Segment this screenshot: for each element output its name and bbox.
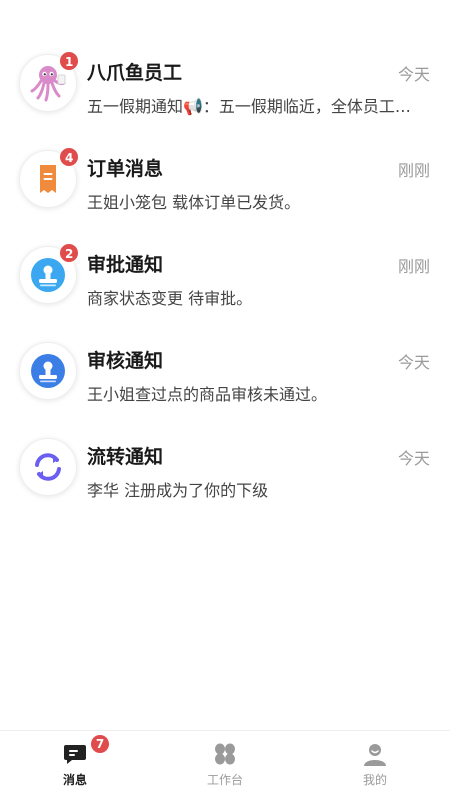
message-preview: 五一假期通知📢：五一假期临近，全体员工… bbox=[87, 97, 411, 116]
tab-messages[interactable]: 消息 7 bbox=[0, 731, 150, 800]
message-title: 订单消息 bbox=[87, 158, 164, 180]
message-list: 1 八爪鱼员工 今天 五一假期通知📢：五一假期临近，全体员工… 4 订单消息 刚… bbox=[0, 51, 450, 532]
review-stamp-icon bbox=[31, 354, 65, 388]
message-preview: 王小姐查过点的商品审核未通过。 bbox=[87, 385, 328, 404]
user-profile-icon bbox=[362, 741, 388, 767]
chat-bubble-icon bbox=[62, 741, 88, 767]
message-time: 刚刚 bbox=[397, 161, 430, 180]
four-leaf-grid-icon bbox=[212, 741, 238, 767]
message-title: 审批通知 bbox=[87, 254, 164, 276]
message-time: 今天 bbox=[397, 449, 430, 468]
tab-workbench[interactable]: 工作台 bbox=[150, 731, 300, 800]
message-time: 刚刚 bbox=[397, 257, 430, 276]
unread-badge: 1 bbox=[59, 51, 80, 71]
transfer-cycle-icon bbox=[35, 453, 61, 481]
message-time: 今天 bbox=[397, 353, 430, 372]
tab-label: 我的 bbox=[362, 773, 387, 787]
message-time: 今天 bbox=[397, 65, 430, 84]
tab-label: 工作台 bbox=[206, 773, 243, 787]
message-title: 八爪鱼员工 bbox=[87, 62, 183, 84]
message-item-transfer[interactable]: 流转通知 今天 李华 注册成为了你的下级 bbox=[0, 436, 450, 532]
approval-stamp-icon bbox=[31, 258, 65, 292]
avatar bbox=[19, 342, 77, 400]
message-preview: 李华 注册成为了你的下级 bbox=[87, 481, 269, 500]
message-item-review[interactable]: 审核通知 今天 王小姐查过点的商品审核未通过。 bbox=[0, 340, 450, 436]
unread-badge: 2 bbox=[59, 243, 80, 263]
avatar bbox=[19, 438, 77, 496]
message-preview: 王姐小笼包 载体订单已发货。 bbox=[87, 193, 301, 212]
message-item-approval[interactable]: 2 审批通知 刚刚 商家状态变更 待审批。 bbox=[0, 243, 450, 340]
message-title: 审核通知 bbox=[87, 350, 164, 372]
message-preview: 商家状态变更 待审批。 bbox=[87, 289, 253, 308]
tab-unread-badge: 7 bbox=[90, 734, 110, 754]
bottom-tab-bar: 消息 7 工作台 我的 bbox=[0, 730, 450, 800]
message-item-order[interactable]: 4 订单消息 刚刚 王姐小笼包 载体订单已发货。 bbox=[0, 147, 450, 244]
tab-label: 消息 bbox=[62, 773, 87, 787]
unread-badge: 4 bbox=[59, 147, 80, 167]
message-item-octopus-staff[interactable]: 1 八爪鱼员工 今天 五一假期通知📢：五一假期临近，全体员工… bbox=[0, 51, 450, 148]
tab-mine[interactable]: 我的 bbox=[300, 731, 450, 800]
message-title: 流转通知 bbox=[87, 446, 164, 468]
order-receipt-icon bbox=[40, 165, 56, 193]
